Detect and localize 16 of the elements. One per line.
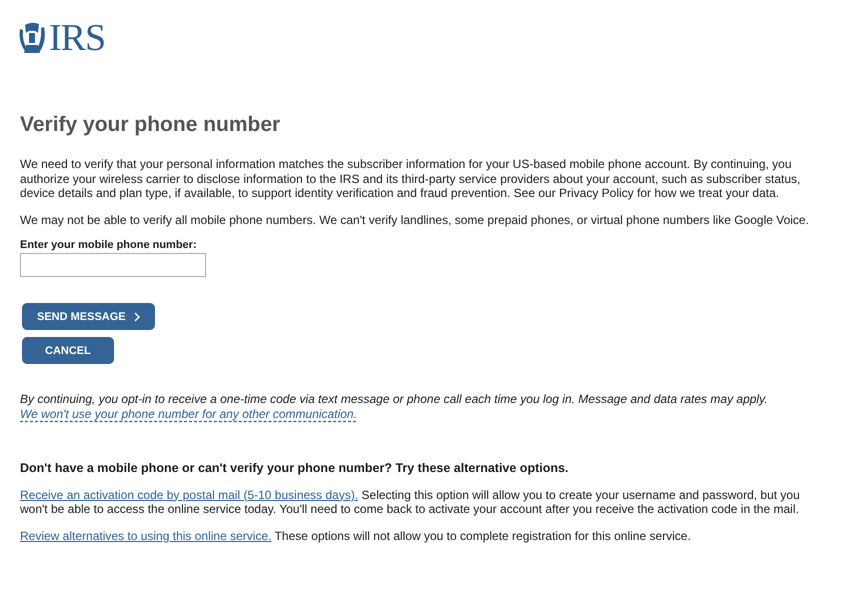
page-heading: Verify your phone number: [20, 113, 282, 137]
alternative-paragraph: Receive an activation code by postal mail (5-10 business days). Selecting this option will allow you to create your username and password, but you won't be able to access the online service today. You'll need to come back to activate your account after you receive the activation code in the mail.: [20, 488, 801, 516]
alternative-paragraph: Review alternatives to using this online service. These options will not allow you to complete registration for this online service.: [20, 528, 692, 543]
chevron-right-icon: [134, 312, 140, 322]
logo-text: IRS: [49, 18, 106, 58]
cancel-button[interactable]: CANCEL: [22, 337, 114, 364]
info-paragraph: We may not be able to verify all mobile phone numbers. We can't verify landlines, some prepaid phones, or virtual phone numbers like Google Voice.: [20, 212, 810, 227]
alternative-link[interactable]: Review alternatives to using this online service.: [20, 528, 272, 542]
privacy-link[interactable]: We won't use your phone number for any other communication.: [20, 406, 357, 420]
info-paragraph: We need to verify that your personal information matches the subscriber information for your US-based mobile phone account. By continuing, you authorize your wireless carrier to disclose information to the IRS and its third-party service providers about your account, such as subscriber status, device details and plan type, if available, to support identity verification and fraud prevention. See our Privacy Policy for how we treat your data.: [20, 157, 802, 200]
consent-paragraph: By continuing, you opt-in to receive a one-time code via text message or phone call each time you log in. Message and data rates may apply. We won't use your phone number for any other communication.: [20, 392, 769, 421]
alternative-link[interactable]: Receive an activation code by postal mail (5-10 business days).: [20, 488, 358, 502]
alternatives-heading: Don't have a mobile phone or can't verify your phone number? Try these alternative options.: [20, 461, 570, 476]
field-label: Enter your mobile phone number:: [20, 239, 198, 251]
send-button[interactable]: SEND MESSAGE: [22, 303, 155, 330]
phone-input-field[interactable]: [20, 253, 206, 277]
